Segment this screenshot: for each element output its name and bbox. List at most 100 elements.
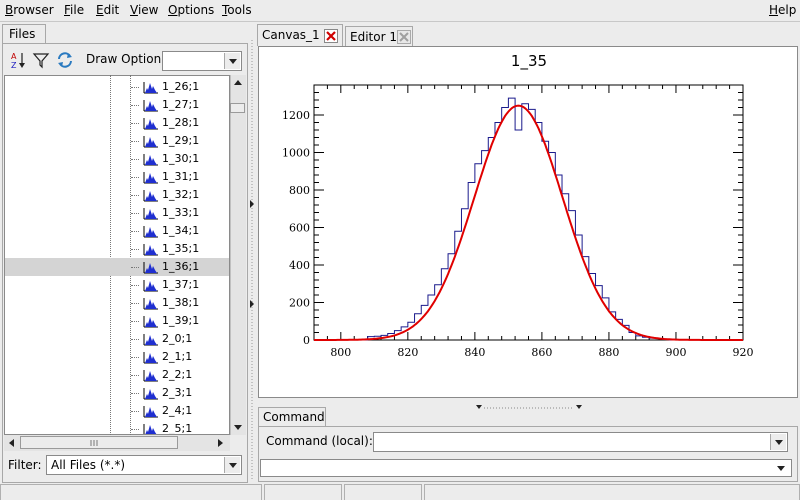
tree-item[interactable]: 1_28;1 xyxy=(5,114,229,132)
x-tick-label: 820 xyxy=(397,346,418,359)
histogram-icon xyxy=(143,244,158,256)
tree-item[interactable]: 1_26;1 xyxy=(5,78,229,96)
tree-item[interactable]: 1_32;1 xyxy=(5,186,229,204)
tab-canvas-1[interactable]: Canvas_1 xyxy=(257,24,343,46)
histogram-icon xyxy=(143,262,158,274)
tree-item[interactable]: 1_30;1 xyxy=(5,150,229,168)
scroll-right-icon[interactable] xyxy=(218,439,223,447)
histogram-icon xyxy=(143,154,158,166)
tree-item[interactable]: 1_31;1 xyxy=(5,168,229,186)
svg-text:A: A xyxy=(11,52,17,61)
filter-icon[interactable] xyxy=(32,51,50,72)
tree-item[interactable]: 1_39;1 xyxy=(5,312,229,330)
histogram-icon xyxy=(143,280,158,292)
close-icon[interactable] xyxy=(397,30,411,44)
scroll-up-icon[interactable] xyxy=(234,80,242,85)
histogram-icon xyxy=(143,388,158,400)
tree-item[interactable]: 1_34;1 xyxy=(5,222,229,240)
menu-edit[interactable]: Edit xyxy=(96,3,119,17)
tab-command[interactable]: Command xyxy=(258,407,326,427)
chevron-down-icon[interactable] xyxy=(224,53,240,69)
tree-branch-line xyxy=(131,87,139,88)
tree-item-label: 1_33;1 xyxy=(162,206,200,219)
filter-combo[interactable]: All Files (*.*) xyxy=(46,455,242,475)
tree-item-label: 1_35;1 xyxy=(162,242,200,255)
scroll-left-icon[interactable] xyxy=(9,439,14,447)
histogram-icon xyxy=(143,100,158,112)
tree-item-label: 1_27;1 xyxy=(162,98,200,111)
histogram-icon xyxy=(143,136,158,148)
menu-browser[interactable]: Browser xyxy=(5,3,54,17)
scroll-down-icon[interactable] xyxy=(234,425,242,430)
tree-item[interactable]: 2_5;1 xyxy=(5,420,229,434)
vertical-scrollbar[interactable] xyxy=(230,75,246,435)
tree-item[interactable]: 1_35;1 xyxy=(5,240,229,258)
plot-frame xyxy=(313,84,744,341)
horizontal-scroll-thumb[interactable] xyxy=(20,436,178,449)
draw-option-combo[interactable] xyxy=(162,51,242,71)
sort-icon[interactable]: A Z xyxy=(8,50,28,73)
draw-option-label: Draw Option: xyxy=(86,52,166,66)
tab-files-label: Files xyxy=(9,27,36,41)
menu-tools[interactable]: Tools xyxy=(222,3,252,17)
tree-item[interactable]: 1_27;1 xyxy=(5,96,229,114)
tree-item-label: 2_5;1 xyxy=(162,422,193,434)
tree-branch-line xyxy=(131,177,139,178)
menu-edit-accel: E xyxy=(96,3,104,17)
chevron-down-icon[interactable] xyxy=(777,466,785,471)
histogram-icon xyxy=(143,226,158,238)
tree-item-label: 1_34;1 xyxy=(162,224,200,237)
tree-item[interactable]: 1_33;1 xyxy=(5,204,229,222)
tab-editor-1[interactable]: Editor 1 xyxy=(345,26,413,46)
histogram-icon xyxy=(143,316,158,328)
command-input-label: Command (local): xyxy=(266,434,373,448)
svg-text:Z: Z xyxy=(11,61,17,70)
menu-options-rest: ptions xyxy=(177,3,215,17)
tree-item[interactable]: 1_38;1 xyxy=(5,294,229,312)
tree-item[interactable]: 2_1;1 xyxy=(5,348,229,366)
menu-view[interactable]: View xyxy=(130,3,158,17)
tree-branch-line xyxy=(131,303,139,304)
tree-item-label: 1_30;1 xyxy=(162,152,200,165)
tree-branch-line xyxy=(131,105,139,106)
horizontal-splitter[interactable] xyxy=(476,400,582,409)
tree-item-label: 1_36;1 xyxy=(162,260,200,273)
menu-file[interactable]: File xyxy=(64,3,84,17)
tree-item[interactable]: 2_2;1 xyxy=(5,366,229,384)
menu-help-rest: elp xyxy=(778,3,797,17)
tab-canvas-1-label: Canvas_1 xyxy=(262,28,320,42)
tree-item-label: 2_3;1 xyxy=(162,386,193,399)
filter-value: All Files (*.*) xyxy=(51,458,126,472)
chevron-down-icon[interactable] xyxy=(770,434,786,450)
filter-label: Filter: xyxy=(8,458,42,472)
tree-item[interactable]: 2_0;1 xyxy=(5,330,229,348)
chevron-down-icon[interactable] xyxy=(224,457,240,473)
tree-item-label: 1_37;1 xyxy=(162,278,200,291)
canvas-1[interactable]: 800 820 840 860 880 900 920 0 200 400 600 800 1000 12… xyxy=(258,46,798,398)
tab-files[interactable]: Files xyxy=(2,24,46,44)
tree-item-label: 1_38;1 xyxy=(162,296,200,309)
menu-help[interactable]: Help xyxy=(769,3,796,17)
histogram-icon xyxy=(143,82,158,94)
tree-branch-line xyxy=(131,375,139,376)
menu-options[interactable]: Options xyxy=(168,3,214,17)
tree-branch-line xyxy=(131,285,139,286)
histogram-icon xyxy=(143,352,158,364)
tree-item[interactable]: 2_3;1 xyxy=(5,384,229,402)
tree-item[interactable]: 1_29;1 xyxy=(5,132,229,150)
refresh-icon[interactable] xyxy=(56,51,74,72)
tree-item[interactable]: 2_4;1 xyxy=(5,402,229,420)
histogram-icon xyxy=(143,190,158,202)
menu-view-accel: V xyxy=(130,3,138,17)
x-tick-label: 860 xyxy=(531,346,552,359)
tree-item[interactable]: 1_36;1 xyxy=(5,258,229,276)
command-input[interactable] xyxy=(373,432,788,452)
histogram-icon xyxy=(143,208,158,220)
close-icon[interactable] xyxy=(324,29,338,43)
command-history[interactable] xyxy=(260,459,792,477)
panel-splitter[interactable] xyxy=(249,40,255,480)
vertical-scroll-thumb[interactable] xyxy=(230,103,245,113)
plot-area-border xyxy=(313,84,744,341)
tree-branch-line xyxy=(131,195,139,196)
tree-item[interactable]: 1_37;1 xyxy=(5,276,229,294)
